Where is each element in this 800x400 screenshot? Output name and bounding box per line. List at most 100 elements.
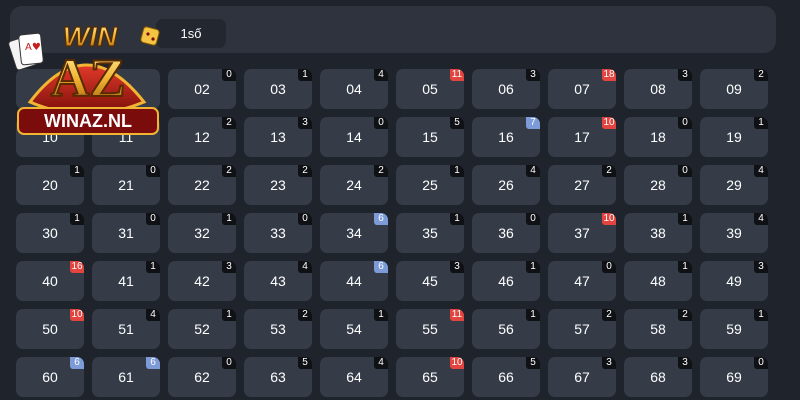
- number-cell-32[interactable]: 32 1: [168, 213, 236, 253]
- count-badge: 3: [678, 357, 692, 369]
- number-label: 65: [422, 369, 438, 385]
- number-cell-39[interactable]: 39 4: [700, 213, 768, 253]
- number-cell-59[interactable]: 59 1: [700, 309, 768, 349]
- number-cell-12[interactable]: 12 2: [168, 117, 236, 157]
- number-cell-45[interactable]: 45 3: [396, 261, 464, 301]
- number-cell-09[interactable]: 09 2: [700, 69, 768, 109]
- number-label: 59: [726, 321, 742, 337]
- number-cell-13[interactable]: 13 3: [244, 117, 312, 157]
- count-badge: 1: [374, 309, 388, 321]
- number-cell-38[interactable]: 38 1: [624, 213, 692, 253]
- number-cell-50[interactable]: 50 10: [16, 309, 84, 349]
- number-cell-55[interactable]: 55 11: [396, 309, 464, 349]
- count-badge: 3: [602, 357, 616, 369]
- number-label: 68: [650, 369, 666, 385]
- number-cell-05[interactable]: 05 11: [396, 69, 464, 109]
- number-label: 69: [726, 369, 742, 385]
- number-cell-14[interactable]: 14 0: [320, 117, 388, 157]
- number-cell-33[interactable]: 33 0: [244, 213, 312, 253]
- count-badge: 6: [374, 213, 388, 225]
- number-cell-26[interactable]: 26 4: [472, 165, 540, 205]
- number-cell-02[interactable]: 02 0: [168, 69, 236, 109]
- number-cell-44[interactable]: 44 6: [320, 261, 388, 301]
- count-badge: 3: [298, 117, 312, 129]
- number-cell-63[interactable]: 63 5: [244, 357, 312, 397]
- count-badge: 6: [70, 357, 84, 369]
- number-cell-34[interactable]: 34 6: [320, 213, 388, 253]
- number-cell-61[interactable]: 61 6: [92, 357, 160, 397]
- count-badge: 10: [70, 309, 84, 321]
- number-cell-08[interactable]: 08 3: [624, 69, 692, 109]
- count-badge: 16: [70, 261, 84, 273]
- number-label: 41: [118, 273, 134, 289]
- number-cell-57[interactable]: 57 2: [548, 309, 616, 349]
- number-cell-62[interactable]: 62 0: [168, 357, 236, 397]
- number-cell-60[interactable]: 60 6: [16, 357, 84, 397]
- number-label: 66: [498, 369, 514, 385]
- number-cell-67[interactable]: 67 3: [548, 357, 616, 397]
- number-label: 49: [726, 273, 742, 289]
- number-cell-35[interactable]: 35 1: [396, 213, 464, 253]
- number-cell-47[interactable]: 47 0: [548, 261, 616, 301]
- number-cell-52[interactable]: 52 1: [168, 309, 236, 349]
- number-cell-27[interactable]: 27 2: [548, 165, 616, 205]
- number-cell-69[interactable]: 69 0: [700, 357, 768, 397]
- number-cell-48[interactable]: 48 1: [624, 261, 692, 301]
- number-cell-31[interactable]: 31 0: [92, 213, 160, 253]
- number-label: 50: [42, 321, 58, 337]
- number-cell-03[interactable]: 03 1: [244, 69, 312, 109]
- number-cell-17[interactable]: 17 10: [548, 117, 616, 157]
- number-cell-46[interactable]: 46 1: [472, 261, 540, 301]
- number-cell-43[interactable]: 43 4: [244, 261, 312, 301]
- count-badge: 1: [754, 117, 768, 129]
- number-cell-28[interactable]: 28 0: [624, 165, 692, 205]
- number-label: 13: [270, 129, 286, 145]
- number-cell-21[interactable]: 21 0: [92, 165, 160, 205]
- filter-chip-1so[interactable]: 1số: [156, 19, 226, 48]
- number-label: 22: [194, 177, 210, 193]
- count-badge: 4: [146, 309, 160, 321]
- count-badge: 4: [754, 213, 768, 225]
- number-cell-41[interactable]: 41 1: [92, 261, 160, 301]
- number-cell-58[interactable]: 58 2: [624, 309, 692, 349]
- number-cell-37[interactable]: 37 10: [548, 213, 616, 253]
- number-cell-49[interactable]: 49 3: [700, 261, 768, 301]
- number-cell-24[interactable]: 24 2: [320, 165, 388, 205]
- count-badge: 2: [602, 309, 616, 321]
- count-badge: 11: [450, 309, 464, 321]
- number-cell-42[interactable]: 42 3: [168, 261, 236, 301]
- count-badge: 2: [222, 165, 236, 177]
- number-cell-19[interactable]: 19 1: [700, 117, 768, 157]
- number-cell-04[interactable]: 04 4: [320, 69, 388, 109]
- number-label: 48: [650, 273, 666, 289]
- number-cell-51[interactable]: 51 4: [92, 309, 160, 349]
- number-cell-56[interactable]: 56 1: [472, 309, 540, 349]
- count-badge: 0: [146, 213, 160, 225]
- number-cell-22[interactable]: 22 2: [168, 165, 236, 205]
- number-cell-36[interactable]: 36 0: [472, 213, 540, 253]
- number-label: 31: [118, 225, 134, 241]
- number-cell-15[interactable]: 15 5: [396, 117, 464, 157]
- number-label: 40: [42, 273, 58, 289]
- number-cell-06[interactable]: 06 3: [472, 69, 540, 109]
- number-cell-65[interactable]: 65 10: [396, 357, 464, 397]
- number-cell-16[interactable]: 16 7: [472, 117, 540, 157]
- number-cell-54[interactable]: 54 1: [320, 309, 388, 349]
- number-cell-18[interactable]: 18 0: [624, 117, 692, 157]
- number-cell-20[interactable]: 20 1: [16, 165, 84, 205]
- number-cell-40[interactable]: 40 16: [16, 261, 84, 301]
- count-badge: 1: [222, 309, 236, 321]
- number-cell-07[interactable]: 07 18: [548, 69, 616, 109]
- number-cell-53[interactable]: 53 2: [244, 309, 312, 349]
- number-cell-29[interactable]: 29 4: [700, 165, 768, 205]
- number-cell-25[interactable]: 25 1: [396, 165, 464, 205]
- number-cell-64[interactable]: 64 4: [320, 357, 388, 397]
- count-badge: 0: [222, 69, 236, 81]
- number-label: 37: [574, 225, 590, 241]
- number-cell-68[interactable]: 68 3: [624, 357, 692, 397]
- number-cell-66[interactable]: 66 5: [472, 357, 540, 397]
- number-label: 63: [270, 369, 286, 385]
- number-cell-23[interactable]: 23 2: [244, 165, 312, 205]
- number-cell-30[interactable]: 30 1: [16, 213, 84, 253]
- count-badge: 0: [678, 117, 692, 129]
